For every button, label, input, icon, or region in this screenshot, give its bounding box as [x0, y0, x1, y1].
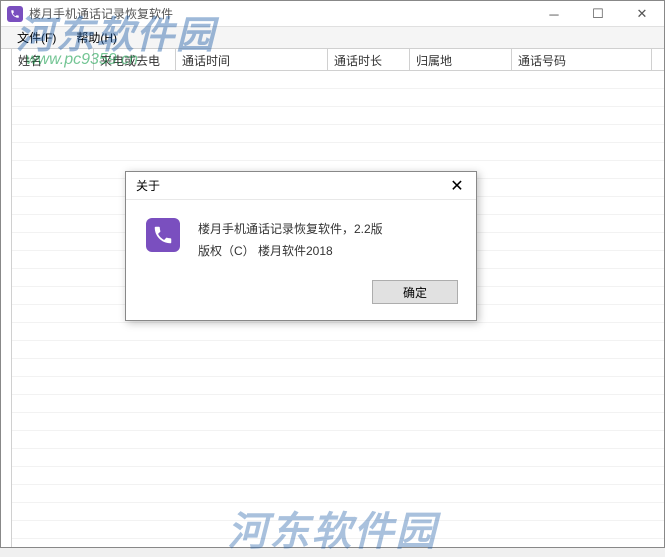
dialog-line1: 楼月手机通话记录恢复软件，2.2版 — [198, 218, 383, 240]
table-row — [12, 485, 664, 503]
app-icon — [7, 6, 23, 22]
dialog-footer: 确定 — [126, 274, 476, 320]
dialog-line2: 版权（C） 楼月软件2018 — [198, 240, 383, 262]
dialog-body: 楼月手机通话记录恢复软件，2.2版 版权（C） 楼月软件2018 — [126, 200, 476, 274]
menu-help[interactable]: 帮助(H) — [66, 27, 127, 48]
main-window: 楼月手机通话记录恢复软件 ─ ☐ ✕ 文件(F) 帮助(H) 姓名来电或去电通话… — [0, 0, 665, 548]
table-row — [12, 341, 664, 359]
dialog-title: 关于 — [136, 177, 438, 194]
table-row — [12, 143, 664, 161]
dialog-text: 楼月手机通话记录恢复软件，2.2版 版权（C） 楼月软件2018 — [198, 218, 383, 262]
column-header[interactable]: 姓名 — [12, 49, 94, 70]
table-row — [12, 395, 664, 413]
table-row — [12, 503, 664, 521]
dialog-close-button[interactable]: ✕ — [438, 172, 476, 200]
dialog-titlebar: 关于 ✕ — [126, 172, 476, 200]
window-title: 楼月手机通话记录恢复软件 — [29, 5, 532, 22]
table-row — [12, 359, 664, 377]
contact-pane — [1, 49, 12, 547]
column-header[interactable]: 归属地 — [410, 49, 512, 70]
table-row — [12, 107, 664, 125]
table-row — [12, 449, 664, 467]
table-row — [12, 377, 664, 395]
table-row — [12, 467, 664, 485]
table-header: 姓名来电或去电通话时间通话时长归属地通话号码 — [12, 49, 664, 71]
table-row — [12, 125, 664, 143]
table-row — [12, 413, 664, 431]
table-row — [12, 323, 664, 341]
titlebar: 楼月手机通话记录恢复软件 ─ ☐ ✕ — [1, 1, 664, 27]
table-row — [12, 431, 664, 449]
window-controls: ─ ☐ ✕ — [532, 1, 664, 26]
viber-icon — [146, 218, 180, 252]
menubar: 文件(F) 帮助(H) — [1, 27, 664, 49]
table-row — [12, 71, 664, 89]
ok-button[interactable]: 确定 — [372, 280, 458, 304]
about-dialog: 关于 ✕ 楼月手机通话记录恢复软件，2.2版 版权（C） 楼月软件2018 确定 — [125, 171, 477, 321]
minimize-button[interactable]: ─ — [532, 1, 576, 27]
menu-file[interactable]: 文件(F) — [7, 27, 66, 48]
column-header[interactable]: 通话时长 — [328, 49, 410, 70]
close-button[interactable]: ✕ — [620, 1, 664, 27]
maximize-button[interactable]: ☐ — [576, 1, 620, 27]
table-row — [12, 521, 664, 539]
table-row — [12, 89, 664, 107]
column-header[interactable]: 来电或去电 — [94, 49, 176, 70]
column-header[interactable]: 通话时间 — [176, 49, 328, 70]
column-header[interactable]: 通话号码 — [512, 49, 652, 70]
